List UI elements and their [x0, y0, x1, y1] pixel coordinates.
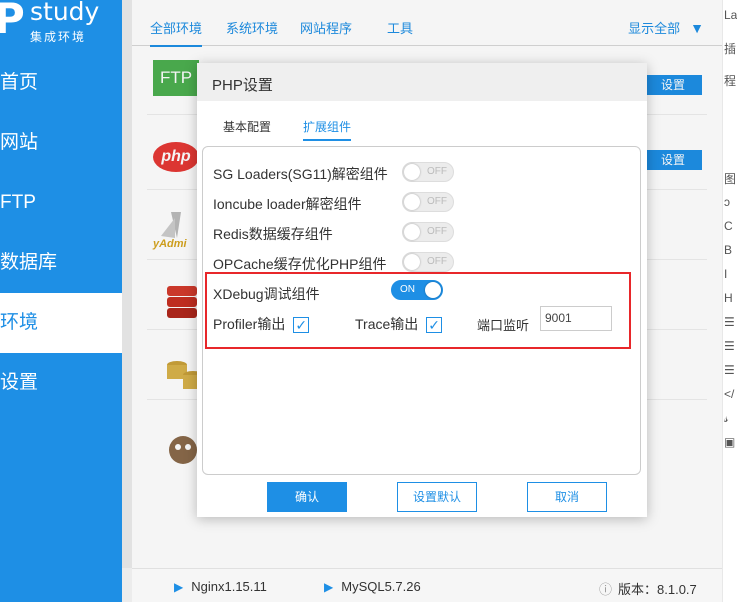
profiler-label: Profiler输出 — [213, 316, 286, 332]
trace-checkbox[interactable]: ✓ — [426, 317, 443, 334]
dialog-header: PHP设置 — [197, 63, 647, 101]
sidebar-item-ftp[interactable]: FTP — [0, 173, 122, 233]
play-icon: ▶ — [174, 580, 184, 594]
play-icon: ▶ — [324, 580, 334, 594]
strip-icon: ☰ — [724, 363, 735, 377]
ext-label-opcache: OPCache缓存优化PHP组件 — [213, 256, 387, 272]
strip-icon: B — [724, 243, 733, 257]
toggle-state: OFF — [427, 196, 447, 207]
toggle-knob — [404, 224, 420, 240]
nginx-status[interactable]: ▶ Nginx1.15.11 — [174, 579, 267, 594]
confirm-button[interactable]: 确认 — [267, 482, 347, 512]
ext-label-sg11: SG Loaders(SG11)解密组件 — [213, 166, 388, 182]
strip-icon: ☰ — [724, 315, 735, 329]
logo-letter: P — [0, 0, 25, 43]
ext-label-xdebug: XDebug调试组件 — [213, 286, 320, 302]
toggle-knob — [425, 282, 441, 298]
strip-text: 程 — [724, 74, 737, 88]
tab-basic-config[interactable]: 基本配置 — [223, 118, 271, 135]
strip-icon: ☰ — [724, 339, 735, 353]
set-default-button[interactable]: 设置默认 — [397, 482, 477, 512]
strip-icon: ▣ — [724, 435, 736, 449]
strip-text: 插, — [724, 42, 737, 56]
sidebar-item-website[interactable]: 网站 — [0, 113, 122, 173]
toggle-state: OFF — [427, 256, 447, 267]
tab-extensions[interactable]: 扩展组件 — [303, 118, 352, 141]
toggle-state: OFF — [427, 226, 447, 237]
toggle-knob — [404, 164, 420, 180]
sidebar-item-environment[interactable]: 环境 — [0, 293, 122, 353]
logo: P study 集成环境 — [0, 0, 122, 50]
status-footer: ▶ Nginx1.15.11 ▶ MySQL5.7.26 ⓘ 版本：8.1.0.7 — [132, 568, 722, 602]
toggle-xdebug[interactable]: ON — [391, 280, 443, 300]
strip-icon: ɔ — [724, 195, 730, 209]
trace-option: Trace输出 ✓ — [355, 314, 443, 334]
strip-icon: H — [724, 291, 733, 305]
toggle-opcache[interactable]: OFF — [402, 252, 454, 272]
adjacent-window-strip: La1 插, 程 图 ɔ C B I H ☰ ☰ ☰ </ 𝓈 ▣ — [722, 0, 737, 602]
sidebar-item-home[interactable]: 首页 — [0, 53, 122, 113]
profiler-option: Profiler输出 ✓ — [213, 314, 310, 334]
sidebar: P study 集成环境 首页 网站 FTP 数据库 环境 设置 — [0, 0, 122, 602]
mysql-status[interactable]: ▶ MySQL5.7.26 — [324, 579, 421, 594]
strip-icon: C — [724, 219, 733, 233]
strip-icon: I — [724, 267, 728, 281]
port-input[interactable]: 9001 — [540, 306, 612, 331]
logo-name: study — [30, 0, 100, 26]
info-icon: ⓘ — [599, 582, 613, 597]
ext-label-redis: Redis数据缓存组件 — [213, 226, 333, 242]
ext-label-ioncube: Ioncube loader解密组件 — [213, 196, 362, 212]
toggle-ioncube[interactable]: OFF — [402, 192, 454, 212]
sidebar-item-database[interactable]: 数据库 — [0, 233, 122, 293]
extensions-panel: SG Loaders(SG11)解密组件 OFF Ioncube loader解… — [202, 146, 641, 475]
profiler-checkbox[interactable]: ✓ — [293, 317, 310, 334]
toggle-knob — [404, 194, 420, 210]
port-label: 端口监听 — [477, 318, 530, 333]
strip-text: 图 — [724, 172, 737, 186]
toggle-state: ON — [400, 284, 415, 295]
toggle-state: OFF — [427, 166, 447, 177]
cancel-button[interactable]: 取消 — [527, 482, 607, 512]
php-settings-dialog: PHP设置 基本配置 扩展组件 SG Loaders(SG11)解密组件 OFF… — [197, 63, 647, 517]
strip-icon: 𝓈 — [724, 411, 729, 425]
strip-text: La1 — [724, 8, 737, 22]
trace-label: Trace输出 — [355, 316, 419, 332]
version-info: ⓘ 版本：8.1.0.7 — [599, 582, 697, 597]
logo-subtitle: 集成环境 — [30, 30, 87, 44]
strip-icon: </ — [724, 387, 735, 401]
toggle-knob — [404, 254, 420, 270]
toggle-sg11[interactable]: OFF — [402, 162, 454, 182]
dialog-title: PHP设置 — [212, 77, 273, 94]
toggle-redis[interactable]: OFF — [402, 222, 454, 242]
sidebar-item-settings[interactable]: 设置 — [0, 353, 122, 413]
